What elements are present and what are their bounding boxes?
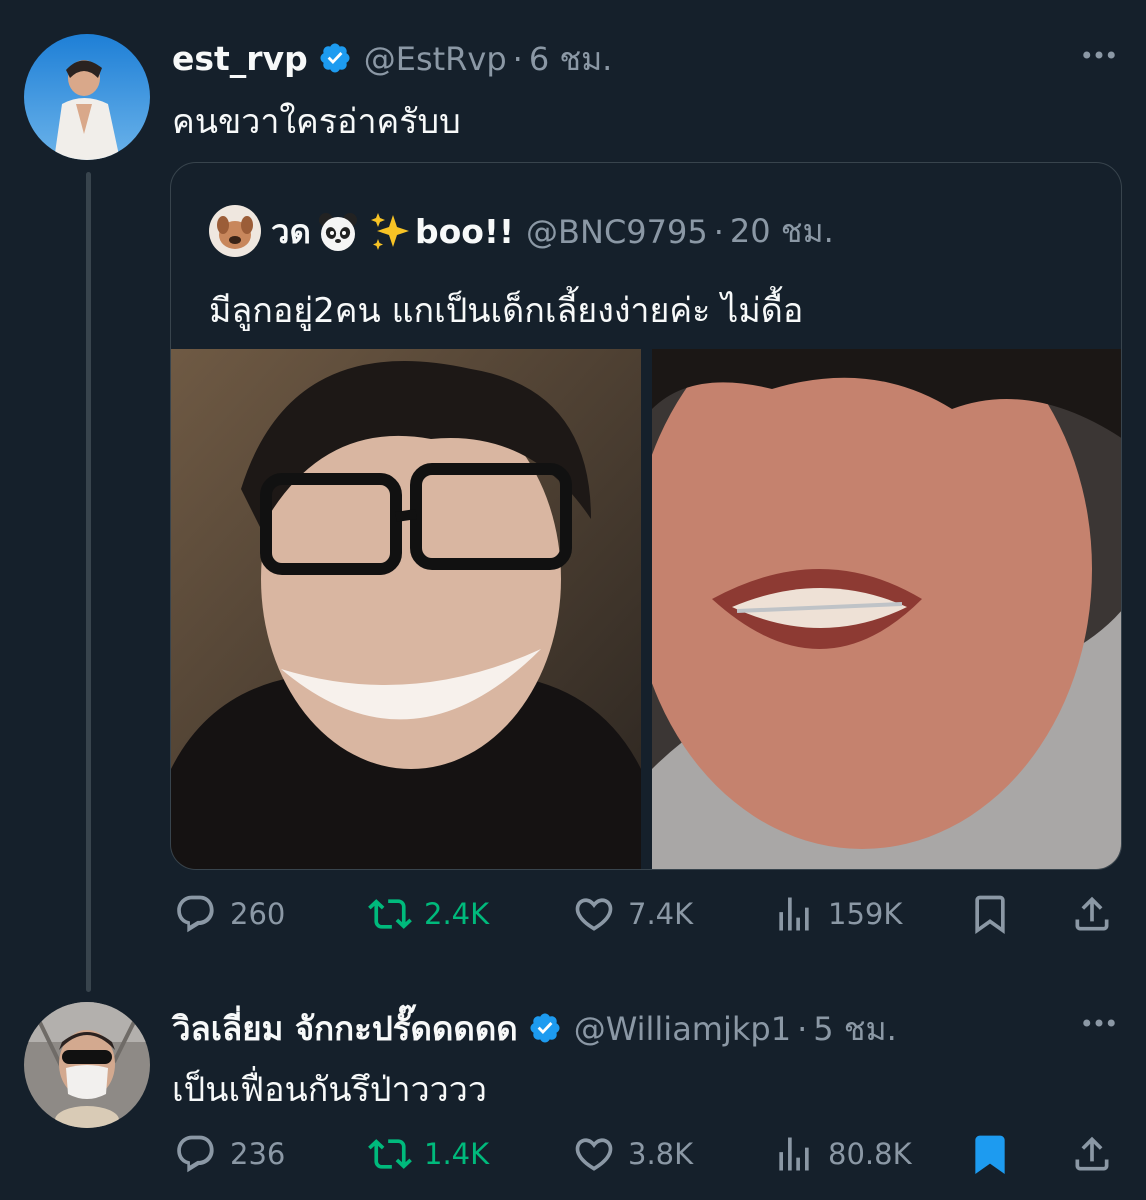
retweet-button[interactable]: 2.4K bbox=[368, 884, 489, 944]
quoted-timestamp: 20 ชม. bbox=[729, 212, 834, 250]
views-button[interactable]: 80.8K bbox=[772, 1124, 912, 1184]
display-name[interactable]: วิลเลี่ยม จักกะปรั๊ดดดดด bbox=[172, 1002, 518, 1055]
tweet-text: คนขวาใครอ่าครับบ bbox=[172, 102, 461, 142]
tweet-header: est_rvp @EstRvp · 6 ชม. bbox=[172, 34, 612, 85]
display-name[interactable]: est_rvp bbox=[172, 39, 308, 78]
reply-count: 260 bbox=[230, 897, 286, 931]
bookmark-icon bbox=[975, 895, 1005, 935]
separator-dot: · bbox=[797, 1010, 808, 1048]
verified-badge-icon bbox=[528, 1011, 562, 1045]
tweet-action-bar: 260 2.4K 7.4K 159K bbox=[170, 884, 1120, 944]
heart-icon bbox=[575, 1138, 613, 1171]
separator-dot: · bbox=[512, 40, 523, 78]
retweet-icon bbox=[368, 899, 412, 929]
share-icon bbox=[1075, 1136, 1109, 1171]
like-count: 7.4K bbox=[628, 897, 694, 931]
views-count: 159K bbox=[828, 897, 903, 931]
reply-button[interactable]: 260 bbox=[174, 884, 285, 944]
views-icon bbox=[779, 897, 809, 931]
more-horizontal-icon[interactable] bbox=[1078, 1002, 1120, 1052]
quoted-display-name: วด bbox=[271, 212, 311, 251]
like-count: 3.8K bbox=[628, 1137, 694, 1171]
more-horizontal-icon[interactable] bbox=[1078, 34, 1120, 84]
user-handle[interactable]: @Williamjkp1 bbox=[574, 1010, 791, 1048]
panda-emoji bbox=[317, 211, 359, 253]
views-count: 80.8K bbox=[828, 1137, 912, 1171]
heart-icon bbox=[575, 898, 613, 931]
avatar[interactable] bbox=[24, 34, 150, 160]
separator-dot: · bbox=[713, 212, 724, 251]
retweet-count: 2.4K bbox=[424, 897, 490, 931]
quoted-tweet-card[interactable]: วด boo!! @BNC9795 · 20 ชม. มีลูกอยู่2คน … bbox=[170, 162, 1122, 870]
reply-icon bbox=[177, 895, 214, 933]
views-button[interactable]: 159K bbox=[772, 884, 902, 944]
bookmark-button-active[interactable] bbox=[968, 1124, 1012, 1184]
quoted-tweet-text: มีลูกอยู่2คน แกเป็นเด็กเลี้ยงง่ายค่ะ ไม่… bbox=[209, 291, 804, 331]
share-button[interactable] bbox=[1070, 884, 1114, 944]
tweet-text: เป็นเฟื่อนกันรึป่าวววว bbox=[172, 1070, 487, 1110]
tweet-action-bar: 236 1.4K 3.8K 80.8K bbox=[170, 1124, 1120, 1184]
retweet-icon bbox=[368, 1139, 412, 1169]
retweet-count: 1.4K bbox=[424, 1137, 490, 1171]
reply-icon bbox=[177, 1135, 214, 1173]
quoted-user-handle: @BNC9795 bbox=[526, 212, 708, 251]
quoted-avatar bbox=[209, 205, 261, 257]
avatar[interactable] bbox=[24, 1002, 150, 1128]
timestamp[interactable]: 5 ชม. bbox=[813, 1004, 897, 1055]
timestamp[interactable]: 6 ชม. bbox=[529, 34, 613, 85]
quoted-tweet-header: วด boo!! @BNC9795 · 20 ชม. bbox=[271, 205, 834, 258]
quoted-photo-left[interactable] bbox=[171, 349, 641, 869]
bookmark-button[interactable] bbox=[968, 884, 1012, 944]
like-button[interactable]: 7.4K bbox=[572, 884, 693, 944]
like-button[interactable]: 3.8K bbox=[572, 1124, 693, 1184]
reply-button[interactable]: 236 bbox=[174, 1124, 285, 1184]
user-handle[interactable]: @EstRvp bbox=[364, 40, 507, 78]
bookmark-filled-icon bbox=[975, 1135, 1005, 1175]
verified-badge-icon bbox=[318, 41, 352, 75]
sparkles-emoji bbox=[369, 211, 411, 253]
share-button[interactable] bbox=[1070, 1124, 1114, 1184]
quoted-display-name-suffix: boo!! bbox=[414, 212, 515, 251]
share-icon bbox=[1075, 896, 1109, 931]
thread-connector-line bbox=[86, 172, 91, 992]
quoted-photo-right[interactable] bbox=[652, 349, 1121, 869]
tweet-header: วิลเลี่ยม จักกะปรั๊ดดดดด @Williamjkp1 · … bbox=[172, 1002, 897, 1055]
views-icon bbox=[779, 1137, 809, 1171]
retweet-button[interactable]: 1.4K bbox=[368, 1124, 489, 1184]
reply-count: 236 bbox=[230, 1137, 286, 1171]
